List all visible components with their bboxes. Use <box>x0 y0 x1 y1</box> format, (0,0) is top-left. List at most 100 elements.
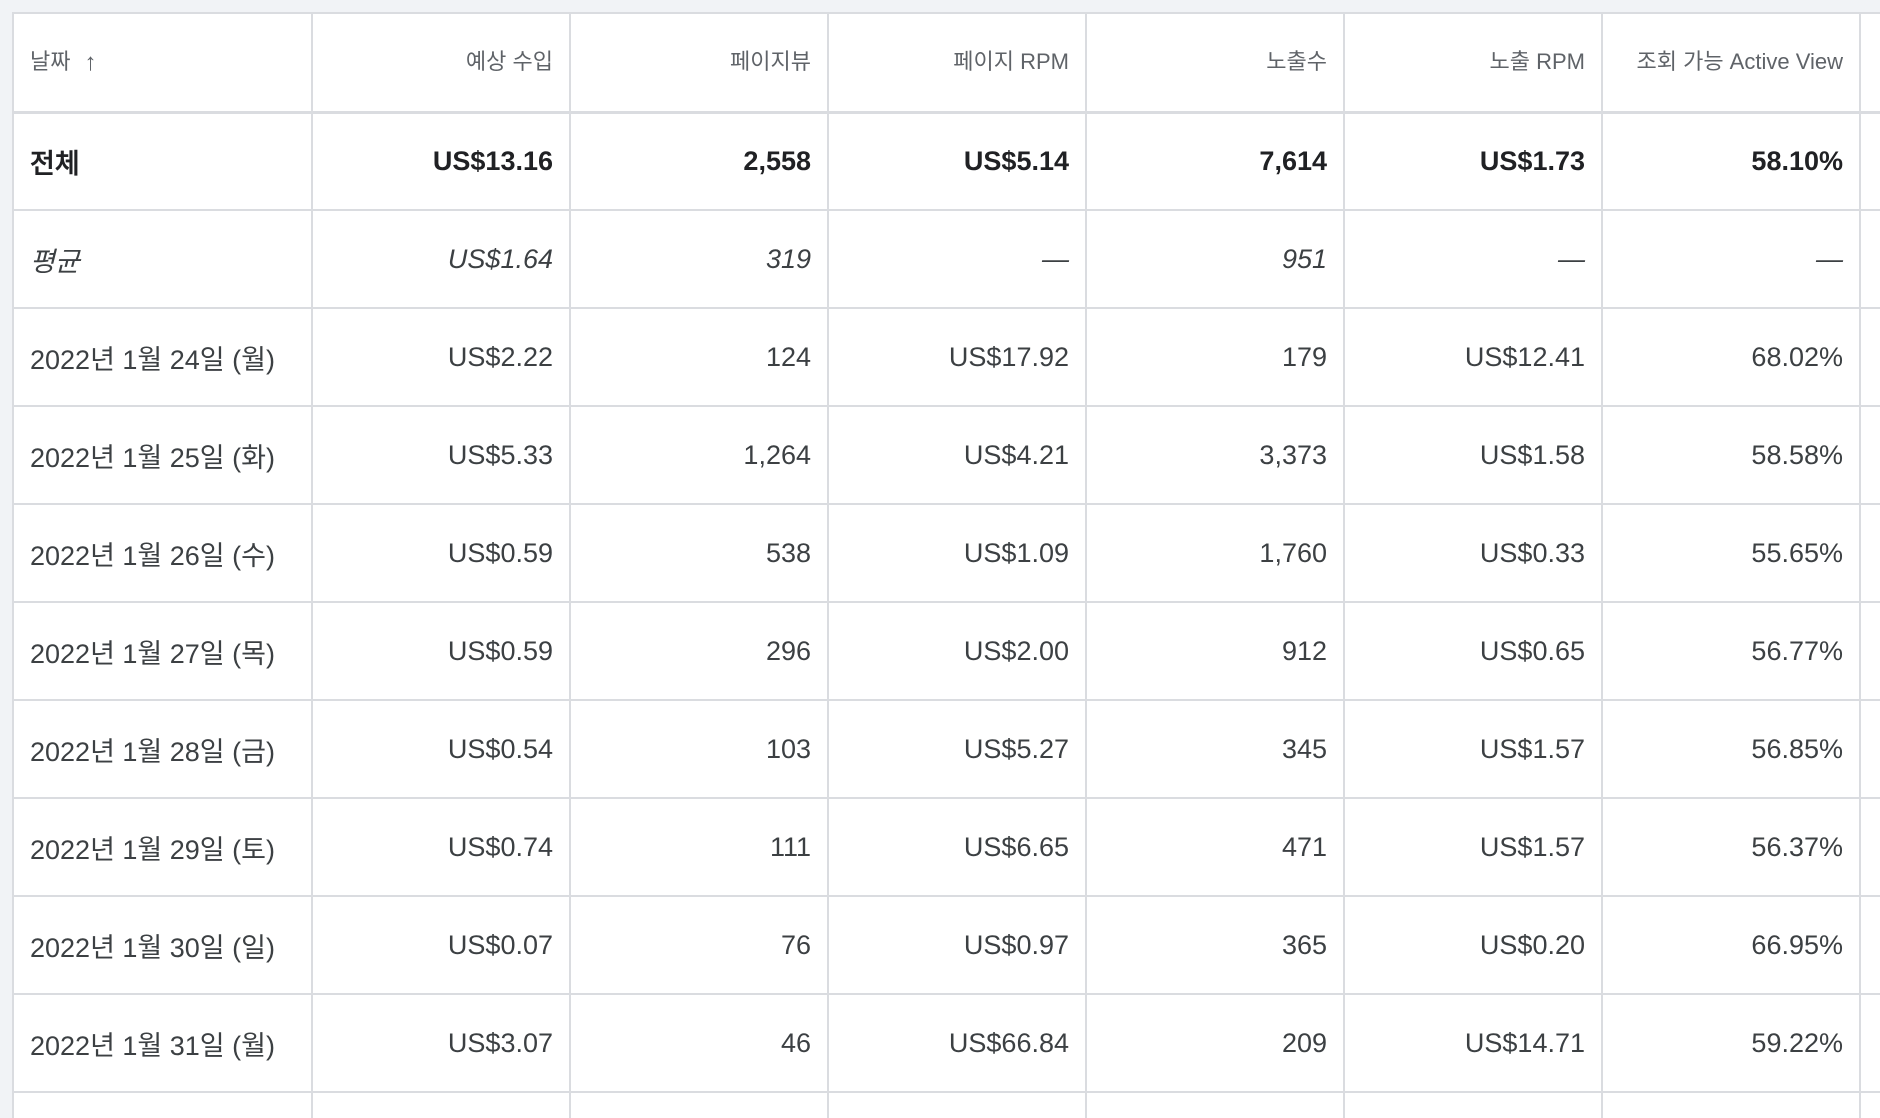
cell-page-rpm: US$5.27 <box>828 700 1087 799</box>
cell-pageviews: 296 <box>570 602 829 701</box>
cell-date: 2022년 1월 30일 (일) <box>14 896 313 995</box>
cell-active-view: 58.58% <box>1602 406 1861 505</box>
average-impression-rpm: — <box>1344 210 1603 309</box>
table-row: 2022년 1월 25일 (화) US$5.33 1,264 US$4.21 3,373… <box>14 406 1880 505</box>
cell-impression-rpm: US$1.58 <box>1344 406 1603 505</box>
header-row: 날짜 ↑ 예상 수입 페이지뷰 페이지 RPM 노출수 노출 RPM 조회 가능 … <box>14 14 1880 114</box>
cell-pageviews: 46 <box>570 994 829 1093</box>
average-label: 평균 <box>14 210 313 309</box>
cell-active-view: 68.02% <box>1602 308 1861 407</box>
column-header-page-rpm[interactable]: 페이지 RPM <box>828 14 1087 114</box>
average-page-rpm: — <box>828 210 1087 309</box>
cell-page-rpm: US$17.92 <box>828 308 1087 407</box>
cell-pageviews: 1,264 <box>570 406 829 505</box>
table-row: 2022년 1월 24일 (월) US$2.22 124 US$17.92 179 US$… <box>14 308 1880 407</box>
average-revenue: US$1.64 <box>312 210 571 309</box>
average-active-view: — <box>1602 210 1861 309</box>
cell-impressions: 365 <box>1086 896 1345 995</box>
total-row: 전체 US$13.16 2,558 US$5.14 7,614 US$1.73 … <box>14 112 1880 211</box>
row-filler <box>1860 994 1880 1093</box>
cell-date: 2022년 1월 24일 (월) <box>14 308 313 407</box>
cell-revenue: US$0.07 <box>312 896 571 995</box>
cell-revenue: US$2.22 <box>312 308 571 407</box>
column-header-label: 날짜 <box>30 48 71 74</box>
table-row: 2022년 1월 26일 (수) US$0.59 538 US$1.09 1,760 US… <box>14 504 1880 603</box>
cell-impression-rpm: US$1.57 <box>1344 700 1603 799</box>
cell-page-rpm: US$1.09 <box>828 504 1087 603</box>
total-label: 전체 <box>14 112 313 211</box>
row-filler <box>1860 798 1880 897</box>
column-header-revenue[interactable]: 예상 수입 <box>312 14 571 114</box>
row-filler <box>1860 406 1880 505</box>
cell-impressions: 179 <box>1086 308 1345 407</box>
cell-revenue: US$3.07 <box>312 994 571 1093</box>
cell-page-rpm: US$2.00 <box>828 602 1087 701</box>
cell-pageviews: 124 <box>570 308 829 407</box>
row-filler <box>1860 896 1880 995</box>
cell-pageviews: 111 <box>570 798 829 897</box>
cell-impressions: 471 <box>1086 798 1345 897</box>
total-pageviews: 2,558 <box>570 112 829 211</box>
row-filler <box>1860 700 1880 799</box>
cell-impression-rpm: US$0.65 <box>1344 602 1603 701</box>
average-row: 평균 US$1.64 319 — 951 — — <box>14 210 1880 309</box>
column-header-date[interactable]: 날짜 ↑ <box>14 14 313 114</box>
cell-page-rpm: US$0.97 <box>828 896 1087 995</box>
cell-impressions: 345 <box>1086 700 1345 799</box>
cell-revenue: US$5.33 <box>312 406 571 505</box>
row-filler <box>1860 504 1880 603</box>
cell-impression-rpm: US$1.57 <box>1344 798 1603 897</box>
table-row: 2022년 1월 29일 (토) US$0.74 111 US$6.65 471 US$1… <box>14 798 1880 897</box>
arrow-up-icon[interactable]: ↑ <box>84 47 96 79</box>
cell-revenue: US$0.54 <box>312 700 571 799</box>
cell-date: 2022년 1월 25일 (화) <box>14 406 313 505</box>
report-table-container: 날짜 ↑ 예상 수입 페이지뷰 페이지 RPM 노출수 노출 RPM 조회 가능 … <box>12 12 1880 1118</box>
cell-date: 2022년 1월 26일 (수) <box>14 504 313 603</box>
cell-revenue: US$0.74 <box>312 798 571 897</box>
row-filler <box>1860 602 1880 701</box>
total-impressions: 7,614 <box>1086 112 1345 211</box>
table-row: 2022년 1월 30일 (일) US$0.07 76 US$0.97 365 US$0.… <box>14 896 1880 995</box>
cell-date: 2022년 1월 28일 (금) <box>14 700 313 799</box>
cell-pageviews: 538 <box>570 504 829 603</box>
column-header-pageviews[interactable]: 페이지뷰 <box>570 14 829 114</box>
cell-impressions: 209 <box>1086 994 1345 1093</box>
cell-active-view: 56.77% <box>1602 602 1861 701</box>
total-revenue: US$13.16 <box>312 112 571 211</box>
total-page-rpm: US$5.14 <box>828 112 1087 211</box>
cell-pageviews: 103 <box>570 700 829 799</box>
cell-impression-rpm: US$0.20 <box>1344 896 1603 995</box>
report-table: 날짜 ↑ 예상 수입 페이지뷰 페이지 RPM 노출수 노출 RPM 조회 가능 … <box>14 14 1880 1118</box>
cell-active-view: 56.85% <box>1602 700 1861 799</box>
cell-active-view: 66.95% <box>1602 896 1861 995</box>
cell-page-rpm: US$6.65 <box>828 798 1087 897</box>
row-filler <box>1860 112 1880 211</box>
cell-revenue: US$0.59 <box>312 504 571 603</box>
table-row: 2022년 1월 31일 (월) US$3.07 46 US$66.84 209 US$1… <box>14 994 1880 1093</box>
cell-impressions: 1,760 <box>1086 504 1345 603</box>
cell-impression-rpm: US$0.33 <box>1344 504 1603 603</box>
table-row: 2022년 1월 27일 (목) US$0.59 296 US$2.00 912 US$0… <box>14 602 1880 701</box>
cell-active-view: 56.37% <box>1602 798 1861 897</box>
cell-date: 2022년 1월 27일 (목) <box>14 602 313 701</box>
cell-revenue: US$0.59 <box>312 602 571 701</box>
cell-impression-rpm: US$12.41 <box>1344 308 1603 407</box>
row-filler <box>1860 210 1880 309</box>
cell-page-rpm: US$4.21 <box>828 406 1087 505</box>
cell-impression-rpm: US$14.71 <box>1344 994 1603 1093</box>
table-bottom-filler <box>14 1092 1880 1118</box>
cell-impressions: 912 <box>1086 602 1345 701</box>
cell-date: 2022년 1월 31일 (월) <box>14 994 313 1093</box>
average-pageviews: 319 <box>570 210 829 309</box>
cell-page-rpm: US$66.84 <box>828 994 1087 1093</box>
total-active-view: 58.10% <box>1602 112 1861 211</box>
column-header-filler <box>1860 14 1880 114</box>
column-header-impressions[interactable]: 노출수 <box>1086 14 1345 114</box>
column-header-active-view[interactable]: 조회 가능 Active View <box>1602 14 1861 114</box>
cell-active-view: 59.22% <box>1602 994 1861 1093</box>
column-header-impression-rpm[interactable]: 노출 RPM <box>1344 14 1603 114</box>
cell-impressions: 3,373 <box>1086 406 1345 505</box>
cell-active-view: 55.65% <box>1602 504 1861 603</box>
average-impressions: 951 <box>1086 210 1345 309</box>
cell-pageviews: 76 <box>570 896 829 995</box>
